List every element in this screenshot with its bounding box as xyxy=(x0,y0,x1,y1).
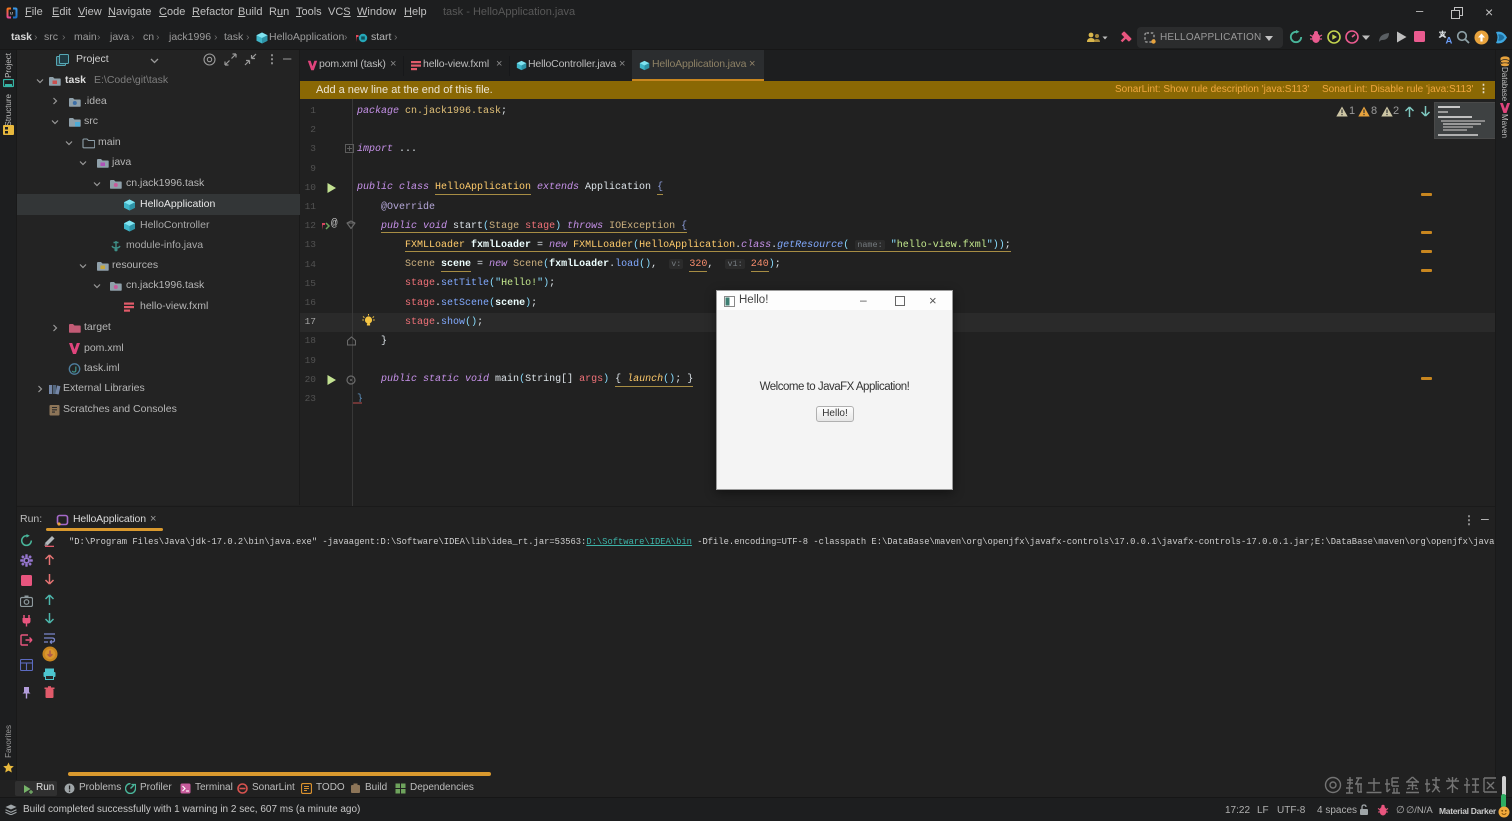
svg-text:A: A xyxy=(1446,36,1453,45)
